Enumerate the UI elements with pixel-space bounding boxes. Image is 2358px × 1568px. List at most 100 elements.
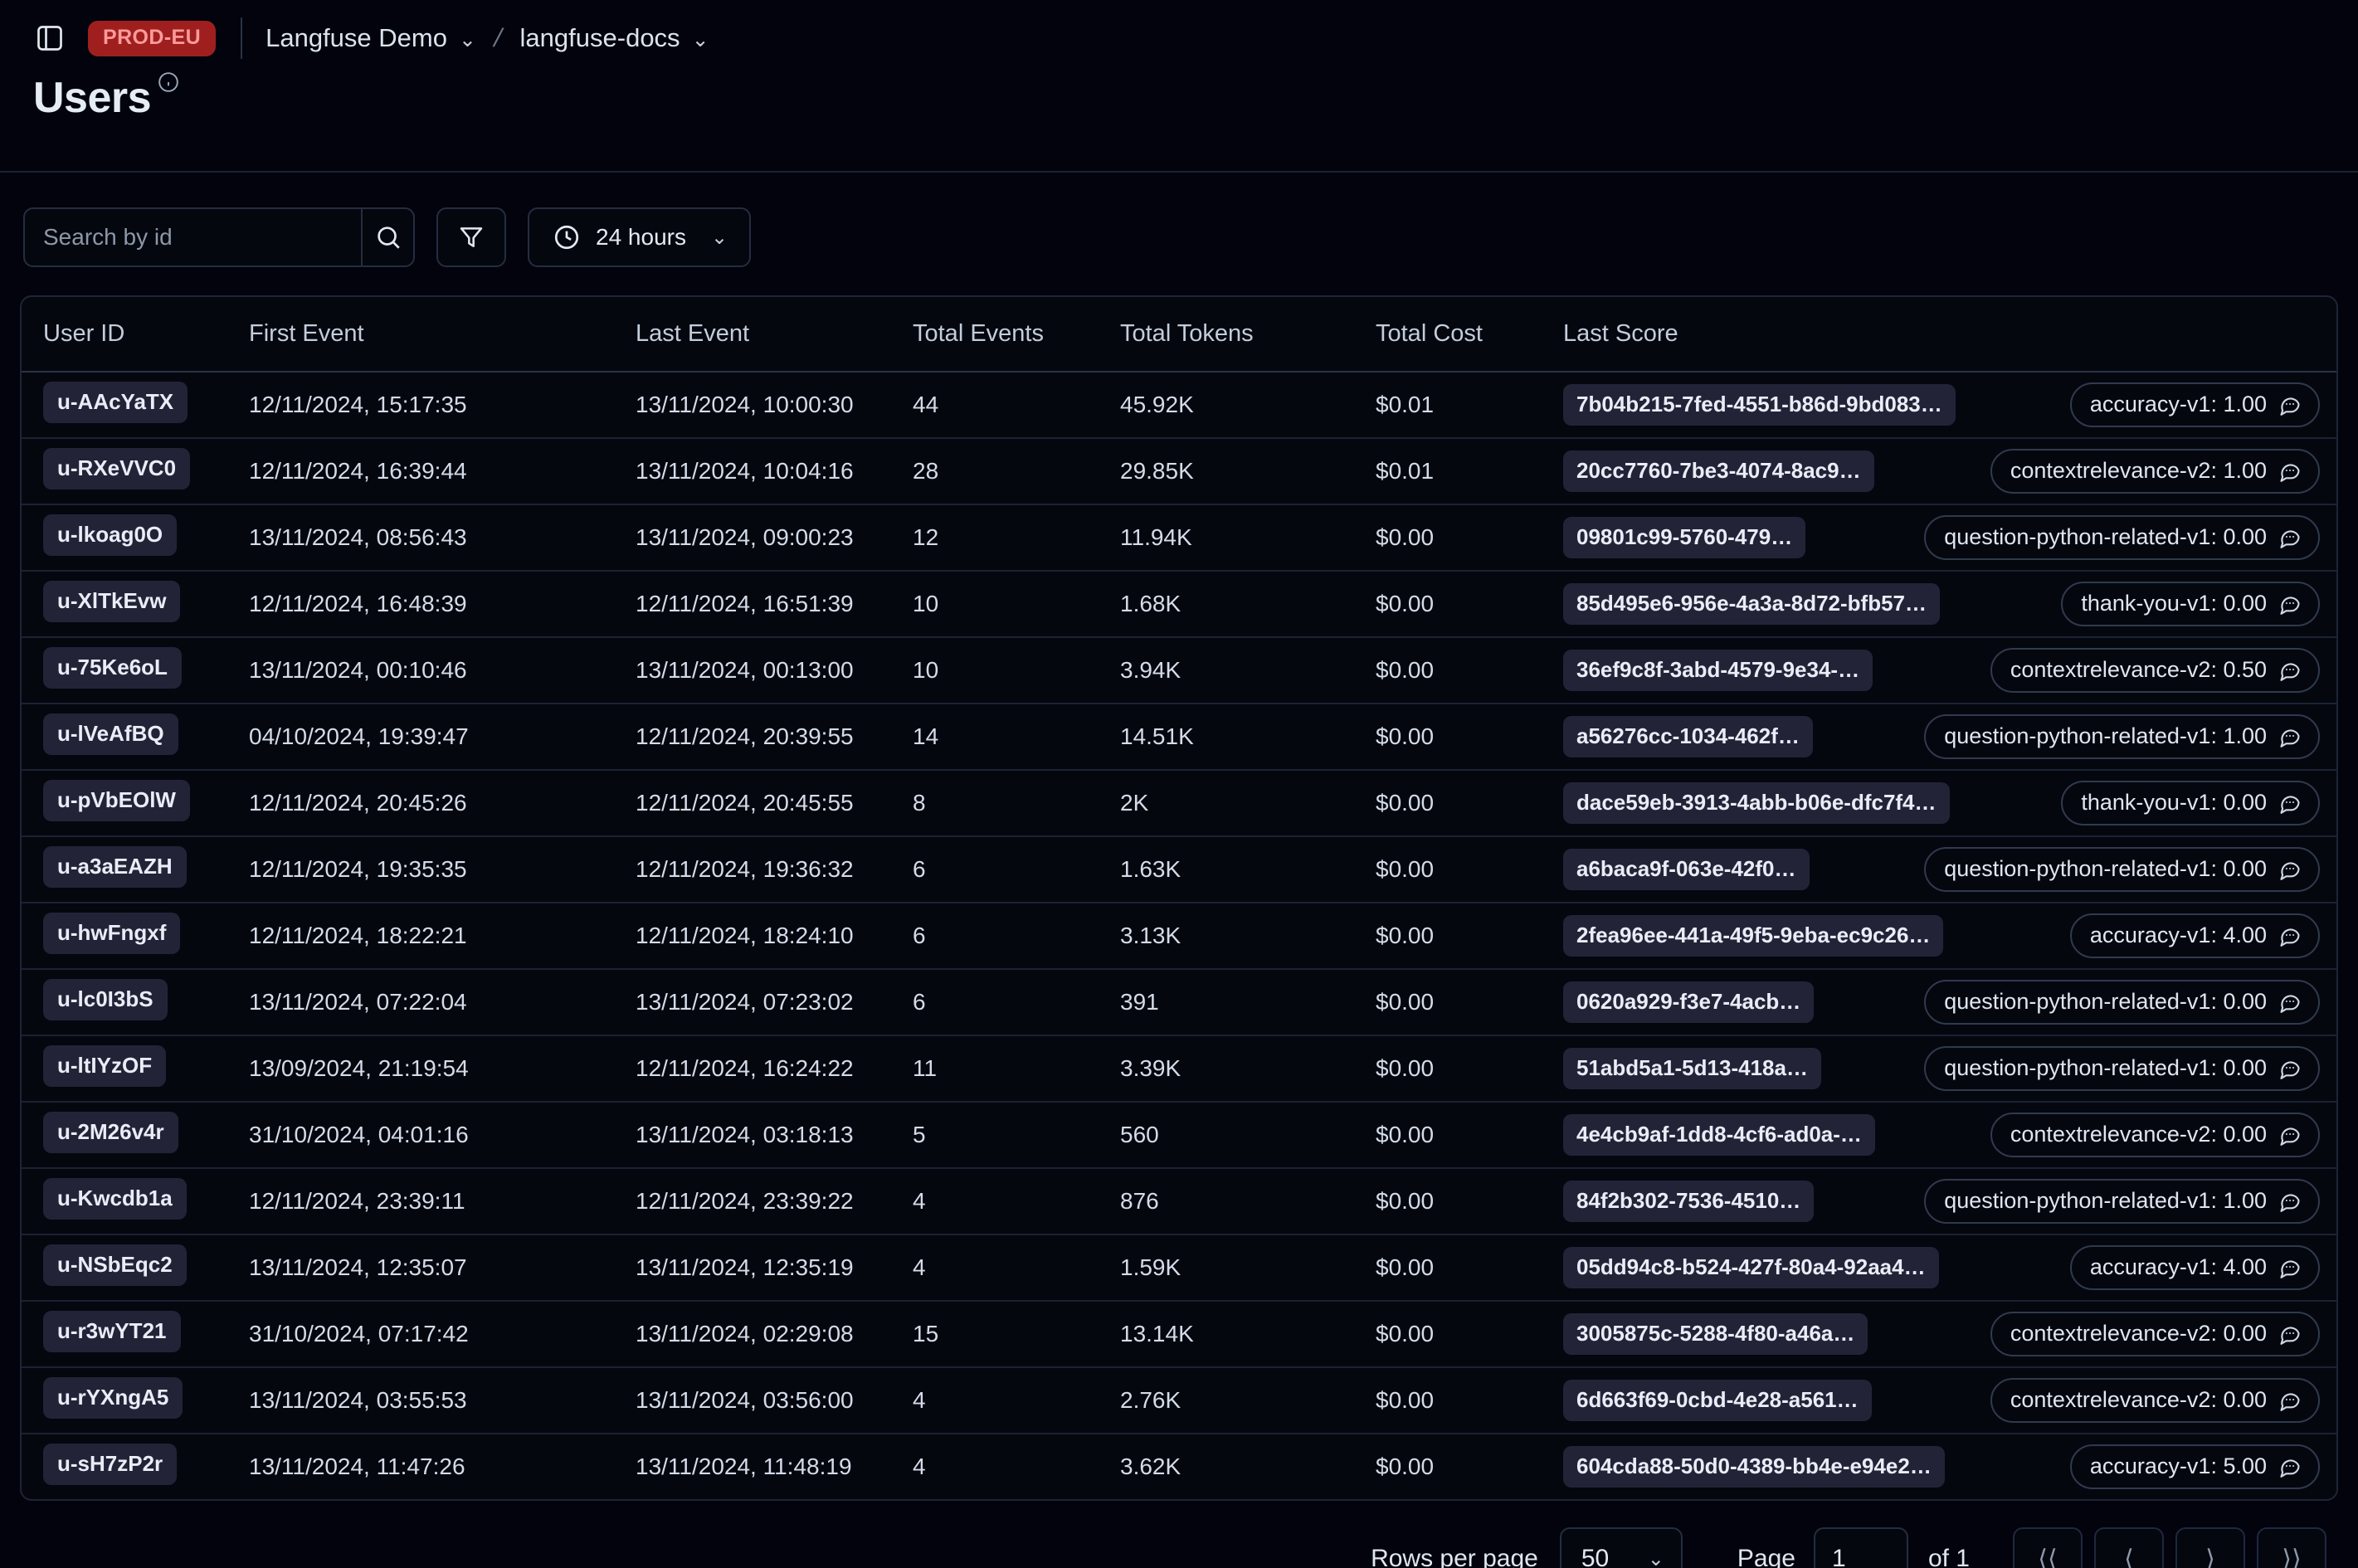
breadcrumb-project[interactable]: langfuse-docs ⌄ xyxy=(520,23,709,53)
trace-id-chip[interactable]: 36ef9c8f-3abd-4579-9e34-… xyxy=(1563,650,1873,691)
trace-id-chip[interactable]: 0620a929-f3e7-4acb… xyxy=(1563,981,1815,1023)
user-id-chip[interactable]: u-XlTkEvw xyxy=(43,580,181,622)
first-page-button[interactable]: ⟨⟨ xyxy=(2013,1527,2083,1568)
table-row[interactable]: u-a3aEAZH 12/11/2024, 19:35:35 12/11/2024,… xyxy=(22,836,2336,903)
panel-left-icon[interactable] xyxy=(33,22,66,55)
comment-icon[interactable] xyxy=(2278,1322,2302,1345)
user-id-chip[interactable]: u-lkoag0O xyxy=(43,514,178,556)
score-badge[interactable]: thank-you-v1: 0.00 xyxy=(2061,582,2320,626)
user-id-chip[interactable]: u-sH7zP2r xyxy=(43,1443,178,1485)
trace-id-chip[interactable]: 51abd5a1-5d13-418a… xyxy=(1563,1048,1821,1089)
trace-id-chip[interactable]: 6d663f69-0cbd-4e28-a561… xyxy=(1563,1380,1872,1421)
table-row[interactable]: u-hwFngxf 12/11/2024, 18:22:21 12/11/2024,… xyxy=(22,903,2336,970)
comment-icon[interactable] xyxy=(2278,724,2302,747)
info-icon[interactable] xyxy=(158,71,179,97)
search-icon[interactable] xyxy=(361,209,413,265)
trace-id-chip[interactable]: 2fea96ee-441a-49f5-9eba-ec9c26… xyxy=(1563,915,1944,957)
table-row[interactable]: u-sH7zP2r 13/11/2024, 11:47:26 13/11/2024,… xyxy=(22,1434,2336,1499)
user-id-chip[interactable]: u-NSbEqc2 xyxy=(43,1244,187,1286)
score-badge[interactable]: accuracy-v1: 4.00 xyxy=(2069,1245,2320,1290)
score-badge[interactable]: question-python-related-v1: 0.00 xyxy=(1924,980,2320,1025)
trace-id-chip[interactable]: 20cc7760-7be3-4074-8ac9… xyxy=(1563,450,1874,492)
score-badge[interactable]: question-python-related-v1: 0.00 xyxy=(1924,847,2320,892)
table-row[interactable]: u-rYXngA5 13/11/2024, 03:55:53 13/11/2024,… xyxy=(22,1367,2336,1434)
previous-page-button[interactable]: ⟨ xyxy=(2094,1527,2164,1568)
table-row[interactable]: u-AAcYaTX 12/11/2024, 15:17:35 13/11/2024,… xyxy=(22,372,2336,439)
user-id-chip[interactable]: u-ltIYzOF xyxy=(43,1045,167,1087)
comment-icon[interactable] xyxy=(2278,1255,2302,1278)
trace-id-chip[interactable]: 84f2b302-7536-4510… xyxy=(1563,1181,1815,1222)
trace-id-chip[interactable]: 3005875c-5288-4f80-a46a… xyxy=(1563,1313,1868,1355)
user-id-chip[interactable]: u-hwFngxf xyxy=(43,912,181,954)
column-header-last-event[interactable]: Last Event xyxy=(636,297,913,373)
table-row[interactable]: u-lVeAfBQ 04/10/2024, 19:39:47 12/11/2024,… xyxy=(22,704,2336,771)
user-id-chip[interactable]: u-lc0I3bS xyxy=(43,978,168,1020)
column-header-first-event[interactable]: First Event xyxy=(249,297,636,373)
comment-icon[interactable] xyxy=(2278,592,2302,615)
score-badge[interactable]: contextrelevance-v2: 0.00 xyxy=(1990,1378,2320,1423)
trace-id-chip[interactable]: 05dd94c8-b524-427f-80a4-92aa4… xyxy=(1563,1247,1939,1288)
user-id-chip[interactable]: u-75Ke6oL xyxy=(43,646,182,689)
score-badge[interactable]: accuracy-v1: 1.00 xyxy=(2069,382,2320,427)
table-row[interactable]: u-75Ke6oL 13/11/2024, 00:10:46 13/11/2024,… xyxy=(22,637,2336,704)
user-id-chip[interactable]: u-2M26v4r xyxy=(43,1111,178,1153)
user-id-chip[interactable]: u-lVeAfBQ xyxy=(43,713,178,755)
trace-id-chip[interactable]: 604cda88-50d0-4389-bb4e-e94e2… xyxy=(1563,1446,1945,1488)
table-row[interactable]: u-pVbEOlW 12/11/2024, 20:45:26 12/11/2024,… xyxy=(22,770,2336,837)
table-row[interactable]: u-XlTkEvw 12/11/2024, 16:48:39 12/11/2024,… xyxy=(22,571,2336,638)
comment-icon[interactable] xyxy=(2278,1189,2302,1212)
user-id-chip[interactable]: u-a3aEAZH xyxy=(43,845,187,888)
comment-icon[interactable] xyxy=(2278,525,2302,548)
column-header-total-cost[interactable]: Total Cost xyxy=(1376,297,1563,373)
table-row[interactable]: u-NSbEqc2 13/11/2024, 12:35:07 13/11/2024,… xyxy=(22,1234,2336,1302)
score-badge[interactable]: accuracy-v1: 5.00 xyxy=(2069,1444,2320,1489)
comment-icon[interactable] xyxy=(2278,923,2302,947)
table-row[interactable]: u-Kwcdb1a 12/11/2024, 23:39:11 12/11/2024,… xyxy=(22,1168,2336,1235)
user-id-chip[interactable]: u-AAcYaTX xyxy=(43,381,188,423)
score-badge[interactable]: contextrelevance-v2: 0.00 xyxy=(1990,1113,2320,1157)
column-header-total-events[interactable]: Total Events xyxy=(913,297,1120,373)
column-header-last-score[interactable]: Last Score xyxy=(1563,297,2336,373)
score-badge[interactable]: contextrelevance-v2: 0.50 xyxy=(1990,648,2320,693)
column-header-total-tokens[interactable]: Total Tokens xyxy=(1120,297,1376,373)
table-row[interactable]: u-ltIYzOF 13/09/2024, 21:19:54 12/11/2024,… xyxy=(22,1035,2336,1103)
comment-icon[interactable] xyxy=(2278,990,2302,1013)
comment-icon[interactable] xyxy=(2278,392,2302,416)
rows-per-page-select[interactable]: 50 ⌄ xyxy=(1559,1527,1683,1568)
trace-id-chip[interactable]: 7b04b215-7fed-4551-b86d-9bd083… xyxy=(1563,384,1956,426)
score-badge[interactable]: question-python-related-v1: 1.00 xyxy=(1924,714,2320,759)
score-badge[interactable]: thank-you-v1: 0.00 xyxy=(2061,781,2320,825)
trace-id-chip[interactable]: 09801c99-5760-479… xyxy=(1563,517,1806,558)
user-id-chip[interactable]: u-r3wYT21 xyxy=(43,1310,181,1352)
table-row[interactable]: u-RXeVVC0 12/11/2024, 16:39:44 13/11/2024,… xyxy=(22,438,2336,505)
comment-icon[interactable] xyxy=(2278,658,2302,681)
column-header-user-id[interactable]: User ID xyxy=(22,297,249,373)
score-badge[interactable]: accuracy-v1: 4.00 xyxy=(2069,913,2320,958)
trace-id-chip[interactable]: dace59eb-3913-4abb-b06e-dfc7f4… xyxy=(1563,782,1950,824)
score-badge[interactable]: contextrelevance-v2: 0.00 xyxy=(1990,1312,2320,1356)
trace-id-chip[interactable]: a56276cc-1034-462f… xyxy=(1563,716,1813,757)
breadcrumb-organization[interactable]: Langfuse Demo ⌄ xyxy=(266,23,476,53)
page-number-input[interactable] xyxy=(1813,1527,1908,1568)
user-id-chip[interactable]: u-pVbEOlW xyxy=(43,779,190,821)
next-page-button[interactable]: ⟩ xyxy=(2175,1527,2245,1568)
table-row[interactable]: u-lc0I3bS 13/11/2024, 07:22:04 13/11/2024,… xyxy=(22,969,2336,1036)
environment-badge[interactable]: PROD-EU xyxy=(88,20,217,56)
score-badge[interactable]: contextrelevance-v2: 1.00 xyxy=(1990,449,2320,494)
filter-icon[interactable] xyxy=(436,207,506,267)
score-badge[interactable]: question-python-related-v1: 1.00 xyxy=(1924,1179,2320,1224)
score-badge[interactable]: question-python-related-v1: 0.00 xyxy=(1924,515,2320,560)
comment-icon[interactable] xyxy=(2278,1056,2302,1079)
user-id-chip[interactable]: u-Kwcdb1a xyxy=(43,1177,187,1220)
comment-icon[interactable] xyxy=(2278,857,2302,880)
user-id-chip[interactable]: u-RXeVVC0 xyxy=(43,447,191,489)
trace-id-chip[interactable]: 4e4cb9af-1dd8-4cf6-ad0a-… xyxy=(1563,1114,1875,1156)
table-row[interactable]: u-r3wYT21 31/10/2024, 07:17:42 13/11/2024,… xyxy=(22,1301,2336,1368)
comment-icon[interactable] xyxy=(2278,1454,2302,1478)
trace-id-chip[interactable]: a6baca9f-063e-42f0… xyxy=(1563,849,1810,890)
score-badge[interactable]: question-python-related-v1: 0.00 xyxy=(1924,1046,2320,1091)
last-page-button[interactable]: ⟩⟩ xyxy=(2257,1527,2326,1568)
comment-icon[interactable] xyxy=(2278,1122,2302,1146)
user-id-chip[interactable]: u-rYXngA5 xyxy=(43,1376,183,1419)
comment-icon[interactable] xyxy=(2278,459,2302,482)
